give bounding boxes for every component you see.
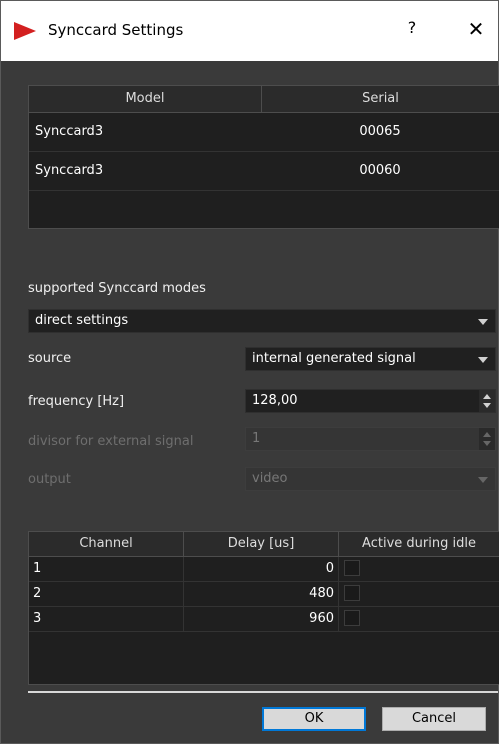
divisor-spinbox: 1 <box>245 427 496 451</box>
frequency-value: 128,00 <box>252 393 298 408</box>
channel-cell: 2 <box>29 582 184 606</box>
table-row[interactable]: 1 0 <box>29 557 499 582</box>
arrow-down-icon[interactable] <box>483 403 491 408</box>
table-row[interactable]: Synccard3 00060 <box>29 152 499 191</box>
source-label: source <box>28 351 72 366</box>
active-checkbox[interactable] <box>344 610 360 626</box>
app-logo-icon <box>14 22 36 40</box>
delay-cell[interactable]: 960 <box>184 607 339 631</box>
window-title: Synccard Settings <box>48 21 184 39</box>
column-header-channel[interactable]: Channel <box>29 532 184 556</box>
divisor-value: 1 <box>252 431 261 446</box>
modes-value: direct settings <box>35 313 129 328</box>
serial-cell: 00060 <box>359 163 401 178</box>
source-value: internal generated signal <box>252 351 416 366</box>
channel-table: Channel Delay [us] Active during idle 1 … <box>28 531 499 685</box>
delay-cell[interactable]: 480 <box>184 582 339 606</box>
output-dropdown: video <box>245 467 496 491</box>
channel-cell: 3 <box>29 607 184 631</box>
model-cell: Synccard3 <box>35 163 104 178</box>
arrow-up-icon <box>483 432 491 437</box>
column-header-model[interactable]: Model <box>29 86 262 112</box>
synccard-settings-dialog: Synccard Settings ? ✕ Model Serial Syncc… <box>0 0 499 744</box>
divisor-label: divisor for external signal <box>28 434 194 449</box>
active-cell <box>339 557 499 581</box>
help-button[interactable]: ? <box>401 18 423 42</box>
channel-cell: 1 <box>29 557 184 581</box>
output-label: output <box>28 472 71 487</box>
title-bar: Synccard Settings ? ✕ <box>1 1 498 61</box>
model-cell: Synccard3 <box>35 124 104 139</box>
frequency-label: frequency [Hz] <box>28 394 125 409</box>
chevron-down-icon <box>478 477 488 483</box>
divider <box>28 691 498 693</box>
modes-dropdown[interactable]: direct settings <box>28 309 496 333</box>
active-checkbox[interactable] <box>344 585 360 601</box>
cancel-button[interactable]: Cancel <box>382 707 486 731</box>
arrow-down-icon <box>483 441 491 446</box>
channel-table-header: Channel Delay [us] Active during idle <box>29 532 499 557</box>
table-row[interactable]: Synccard3 00065 <box>29 113 499 152</box>
active-cell <box>339 582 499 606</box>
table-row[interactable]: 3 960 <box>29 607 499 632</box>
active-checkbox[interactable] <box>344 560 360 576</box>
chevron-down-icon <box>478 319 488 325</box>
ok-button[interactable]: OK <box>262 707 366 731</box>
serial-cell: 00065 <box>359 124 401 139</box>
active-cell <box>339 607 499 631</box>
device-table-header: Model Serial <box>29 86 499 113</box>
close-button[interactable]: ✕ <box>464 17 488 41</box>
divisor-stepper <box>479 428 495 450</box>
column-header-serial[interactable]: Serial <box>262 86 499 112</box>
column-header-active[interactable]: Active during idle <box>339 532 499 556</box>
delay-cell[interactable]: 0 <box>184 557 339 581</box>
source-dropdown[interactable]: internal generated signal <box>245 347 496 371</box>
chevron-down-icon <box>478 357 488 363</box>
output-value: video <box>252 471 288 486</box>
frequency-stepper[interactable] <box>479 390 495 412</box>
arrow-up-icon[interactable] <box>483 394 491 399</box>
modes-label: supported Synccard modes <box>28 281 206 296</box>
column-header-delay[interactable]: Delay [us] <box>184 532 339 556</box>
device-table: Model Serial Synccard3 00065 Synccard3 0… <box>28 85 499 229</box>
table-row[interactable]: 2 480 <box>29 582 499 607</box>
frequency-spinbox[interactable]: 128,00 <box>245 389 496 413</box>
